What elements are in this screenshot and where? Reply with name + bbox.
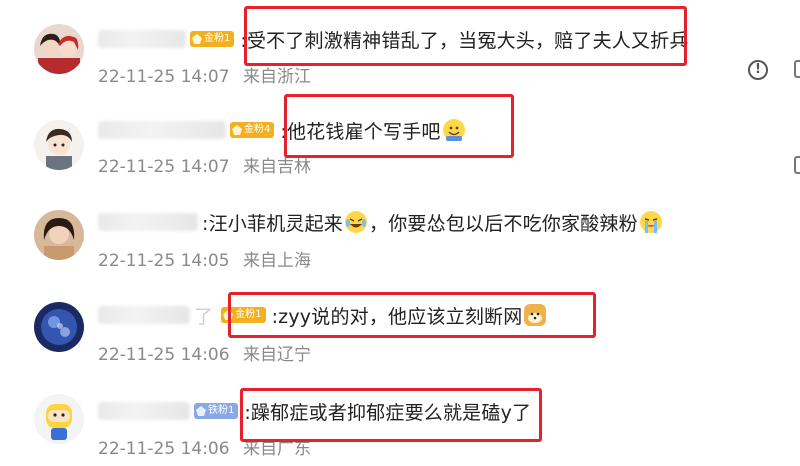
highlight-box	[228, 292, 596, 338]
username-blurred[interactable]	[98, 213, 198, 231]
comment-item: 金粉4 :他花钱雇个写手吧 22-11-25 14:07 来自吉林	[0, 92, 800, 182]
crying-emoji	[639, 211, 662, 233]
avatar[interactable]	[34, 24, 84, 74]
timestamp: 22-11-25 14:07	[98, 157, 230, 177]
badge-gem-icon	[192, 34, 202, 44]
fan-badge[interactable]: 金粉1	[190, 31, 235, 47]
location: 来自广东	[242, 439, 311, 459]
comment-item: :汪小菲机灵起来 ，你要怂包以后不吃你家酸辣粉 22-11-25 14:05 来…	[0, 182, 800, 280]
badge-gem-icon	[232, 125, 242, 135]
comment-item: 金粉1 :受不了刺激精神错乱了，当冤大头，赔了夫人又折兵 22-11-25 14…	[0, 0, 800, 92]
comment-meta: 22-11-25 14:05 来自上海	[98, 246, 311, 271]
highlight-box	[240, 388, 542, 442]
badge-label: 铁粉1	[208, 405, 235, 416]
timestamp: 22-11-25 14:05	[98, 251, 230, 271]
location: 来自浙江	[242, 67, 311, 87]
timestamp: 22-11-25 14:07	[98, 67, 230, 87]
comment-meta: 22-11-25 14:07 来自吉林	[98, 152, 311, 177]
fan-badge[interactable]: 金粉4	[230, 122, 275, 138]
comment-item: 了 金粉1 :zyy说的对，他应该立刻断网 22-11-25 14:06 来自辽…	[0, 280, 800, 370]
highlight-box	[244, 6, 687, 66]
avatar[interactable]	[34, 302, 84, 352]
fan-badge[interactable]: 铁粉1	[194, 403, 239, 419]
highlight-box	[284, 94, 514, 158]
comment-text: :汪小菲机灵起来	[202, 212, 344, 235]
username-suffix[interactable]: 了	[194, 302, 213, 329]
avatar[interactable]	[34, 394, 84, 444]
report-icon[interactable]: !	[748, 60, 768, 80]
location: 来自上海	[242, 251, 311, 271]
avatar[interactable]	[34, 210, 84, 260]
location: 来自辽宁	[242, 345, 311, 365]
comment-item: 铁粉1 :躁郁症或者抑郁症要么就是磕y了 22-11-25 14:06 来自广东	[0, 370, 800, 466]
username-blurred[interactable]	[98, 121, 226, 139]
badge-label: 金粉1	[204, 33, 231, 44]
location: 来自吉林	[242, 157, 311, 177]
crying-laughing-emoji	[345, 211, 368, 233]
more-icon[interactable]	[794, 156, 800, 174]
username-blurred[interactable]	[98, 30, 186, 48]
avatar[interactable]	[34, 120, 84, 170]
comment-text: ，你要怂包以后不吃你家酸辣粉	[369, 212, 638, 235]
badge-gem-icon	[196, 406, 206, 416]
badge-label: 金粉4	[244, 124, 271, 135]
comment-meta: 22-11-25 14:06 来自辽宁	[98, 340, 311, 365]
timestamp: 22-11-25 14:06	[98, 345, 230, 365]
more-icon[interactable]	[794, 60, 800, 78]
username-blurred[interactable]	[98, 402, 190, 420]
username-blurred[interactable]	[98, 306, 190, 324]
timestamp: 22-11-25 14:06	[98, 439, 230, 459]
